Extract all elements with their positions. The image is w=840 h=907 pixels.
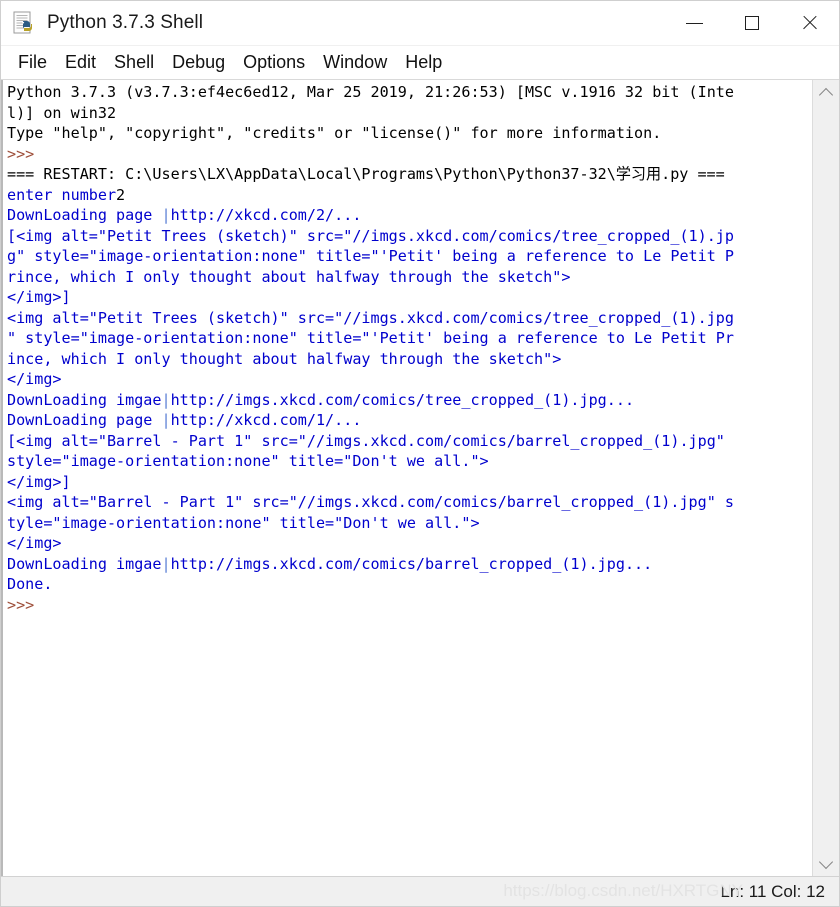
console-line: </img>] <box>7 472 812 493</box>
console-text: DownLoading page <box>7 206 162 224</box>
console-line: ince, which I only thought about halfway… <box>7 349 812 370</box>
console-text: | <box>161 390 171 409</box>
shell-body: Python 3.7.3 (v3.7.3:ef4ec6ed12, Mar 25 … <box>1 80 839 876</box>
console-text: </img> <box>7 370 62 388</box>
chevron-down-icon <box>818 854 834 869</box>
cursor-position-label: Ln: 11 Col: 12 <box>720 881 825 901</box>
console-line: l)] on win32 <box>7 103 812 124</box>
console-line: </img> <box>7 533 812 554</box>
console-line: style="image-orientation:none" title="Do… <box>7 451 812 472</box>
console-text: style="image-orientation:none" title="Do… <box>7 452 489 470</box>
console-line: g" style="image-orientation:none" title=… <box>7 246 812 267</box>
console-viewport[interactable]: Python 3.7.3 (v3.7.3:ef4ec6ed12, Mar 25 … <box>1 80 812 876</box>
window-title: Python 3.7.3 Shell <box>47 12 204 33</box>
menu-item-options[interactable]: Options <box>234 50 314 75</box>
console-text: | <box>161 554 171 573</box>
scrollbar-track[interactable] <box>813 106 839 850</box>
console-text: DownLoading imgae <box>7 390 162 409</box>
console-text: | <box>161 411 171 429</box>
titlebar: Python 3.7.3 Shell <box>1 1 839 46</box>
console-line: [<img alt="Petit Trees (sketch)" src="//… <box>7 226 812 247</box>
console-text: Python 3.7.3 (v3.7.3:ef4ec6ed12, Mar 25 … <box>7 83 734 101</box>
console-line: >>> <box>7 144 812 165</box>
console-text: " style="image-orientation:none" title="… <box>7 329 734 347</box>
console-text: DownLoading imgae <box>7 554 162 573</box>
console-line: DownLoading page |http://xkcd.com/1/... <box>7 410 812 431</box>
console-line: </img>] <box>7 287 812 308</box>
menu-item-file[interactable]: File <box>9 50 56 75</box>
scroll-up-button[interactable] <box>813 80 839 106</box>
console-text: DownLoading page <box>7 411 162 429</box>
maximize-button[interactable] <box>723 1 781 45</box>
console-line: DownLoading imgae|http://imgs.xkcd.com/c… <box>7 554 812 575</box>
console-line: <img alt="Petit Trees (sketch)" src="//i… <box>7 308 812 329</box>
menu-item-debug[interactable]: Debug <box>163 50 234 75</box>
console-text: tyle="image-orientation:none" title="Don… <box>7 513 480 532</box>
console-line: " style="image-orientation:none" title="… <box>7 328 812 349</box>
console-text: >>> <box>7 144 44 163</box>
console-line: Type "help", "copyright", "credits" or "… <box>7 123 812 144</box>
python-shell-window: Python 3.7.3 Shell File Edit Shell Debug… <box>0 0 840 907</box>
menu-item-shell[interactable]: Shell <box>105 50 163 75</box>
close-button[interactable] <box>781 1 839 45</box>
menu-item-edit[interactable]: Edit <box>56 50 105 75</box>
console-line: >>> <box>7 595 812 616</box>
console-text: === RESTART: C:\Users\LX\AppData\Local\P… <box>7 165 725 183</box>
minimize-icon <box>685 22 703 24</box>
console-text: </img> <box>7 534 62 552</box>
console-line: tyle="image-orientation:none" title="Don… <box>7 513 812 534</box>
console-line: <img alt="Barrel - Part 1" src="//imgs.x… <box>7 492 812 513</box>
menu-item-window[interactable]: Window <box>314 50 396 75</box>
menu-item-help[interactable]: Help <box>396 50 451 75</box>
console-line: Python 3.7.3 (v3.7.3:ef4ec6ed12, Mar 25 … <box>7 82 812 103</box>
console-text: [<img alt="Petit Trees (sketch)" src="//… <box>7 226 734 245</box>
console-text: 2 <box>116 185 126 204</box>
console-text: http://imgs.xkcd.com/comics/tree_cropped… <box>170 390 635 409</box>
console-line: DownLoading imgae|http://imgs.xkcd.com/c… <box>7 390 812 411</box>
console-text: http://xkcd.com/2/... <box>170 206 362 224</box>
console-text: | <box>161 206 171 224</box>
watermark: https://blog.csdn.net/HXRTGNY <box>503 881 743 900</box>
console-line: Done. <box>7 574 812 595</box>
console-text: [<img alt="Barrel - Part 1" src="//imgs.… <box>7 431 725 450</box>
console-line: === RESTART: C:\Users\LX\AppData\Local\P… <box>7 164 812 185</box>
statusbar: https://blog.csdn.net/HXRTGNY Ln: 11 Col… <box>1 876 839 906</box>
console-text: enter number <box>7 185 117 204</box>
console-line: rince, which I only thought about halfwa… <box>7 267 812 288</box>
console-line: DownLoading page |http://xkcd.com/2/... <box>7 205 812 226</box>
scroll-down-button[interactable] <box>813 850 839 876</box>
console-text: l)] on win32 <box>7 103 117 122</box>
console-text: http://xkcd.com/1/... <box>170 411 362 429</box>
console-text: </img>] <box>7 472 71 491</box>
console-text: Type "help", "copyright", "credits" or "… <box>7 124 662 142</box>
menubar: File Edit Shell Debug Options Window Hel… <box>1 46 839 80</box>
chevron-up-icon <box>818 87 834 102</box>
vertical-scrollbar[interactable] <box>812 80 839 876</box>
console-text: g" style="image-orientation:none" title=… <box>7 247 734 265</box>
python-file-icon <box>11 10 37 36</box>
minimize-button[interactable] <box>665 1 723 45</box>
close-icon <box>801 14 819 32</box>
console-text: <img alt="Petit Trees (sketch)" src="//i… <box>7 308 734 327</box>
console-text: <img alt="Barrel - Part 1" src="//imgs.x… <box>7 493 734 511</box>
console-text: http://imgs.xkcd.com/comics/barrel_cropp… <box>170 554 653 573</box>
window-controls <box>665 1 839 45</box>
console-text: rince, which I only thought about halfwa… <box>7 267 571 286</box>
console-text: </img>] <box>7 288 71 306</box>
console-text: >>> <box>7 595 44 614</box>
console-line: </img> <box>7 369 812 390</box>
console-line: [<img alt="Barrel - Part 1" src="//imgs.… <box>7 431 812 452</box>
console-line: enter number2 <box>7 185 812 206</box>
console-text: Done. <box>7 575 53 593</box>
console-text: ince, which I only thought about halfway… <box>7 349 562 368</box>
maximize-icon <box>745 16 759 30</box>
console-output[interactable]: Python 3.7.3 (v3.7.3:ef4ec6ed12, Mar 25 … <box>3 80 812 615</box>
